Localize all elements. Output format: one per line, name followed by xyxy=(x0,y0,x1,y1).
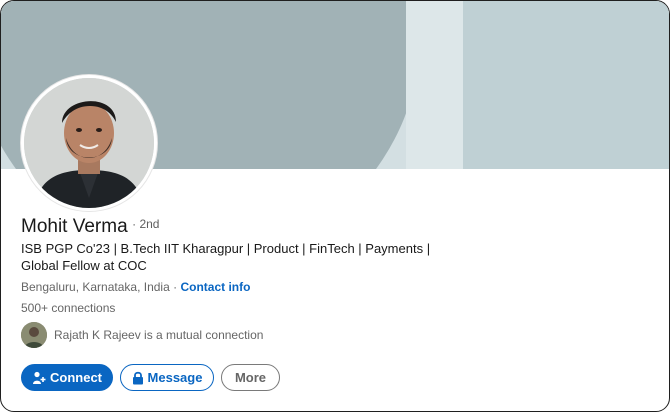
message-button-label: Message xyxy=(147,370,203,385)
name-row: Mohit Verma · 2nd xyxy=(21,216,159,238)
mutual-connection-avatar xyxy=(21,322,47,348)
profile-card: Mohit Verma · 2nd ISB PGP Co'23 | B.Tech… xyxy=(0,0,670,412)
cover-shape-band xyxy=(406,1,463,169)
message-button[interactable]: Message xyxy=(120,364,214,391)
location-text: Bengaluru, Karnataka, India xyxy=(21,280,170,294)
add-person-icon xyxy=(32,371,46,385)
profile-photo[interactable] xyxy=(21,75,157,211)
headline-line-1: ISB PGP Co'23 | B.Tech IIT Kharagpur | P… xyxy=(21,241,431,256)
connect-button[interactable]: Connect xyxy=(21,364,113,391)
mutual-connection-row[interactable]: Rajath K Rajeev is a mutual connection xyxy=(21,322,263,348)
action-bar: Connect Message More xyxy=(21,364,287,391)
headline-line-2: Global Fellow at COC xyxy=(21,258,147,273)
lock-icon xyxy=(132,371,144,385)
connect-button-label: Connect xyxy=(50,370,102,385)
degree-separator: · xyxy=(132,217,137,231)
degree-value: 2nd xyxy=(139,217,160,231)
connections-count[interactable]: 500+ connections xyxy=(21,301,115,315)
profile-name: Mohit Verma xyxy=(21,216,128,237)
more-button[interactable]: More xyxy=(221,364,280,391)
contact-info-link[interactable]: Contact info xyxy=(180,280,250,294)
location-separator: · xyxy=(173,280,178,294)
connection-degree: · 2nd xyxy=(132,217,159,231)
mutual-connection-text: Rajath K Rajeev is a mutual connection xyxy=(54,328,264,342)
more-button-label: More xyxy=(234,370,267,385)
location-row: Bengaluru, Karnataka, India · Contact in… xyxy=(21,280,250,294)
cover-shape-right xyxy=(463,1,669,169)
profile-headline: ISB PGP Co'23 | B.Tech IIT Kharagpur | P… xyxy=(21,240,441,274)
